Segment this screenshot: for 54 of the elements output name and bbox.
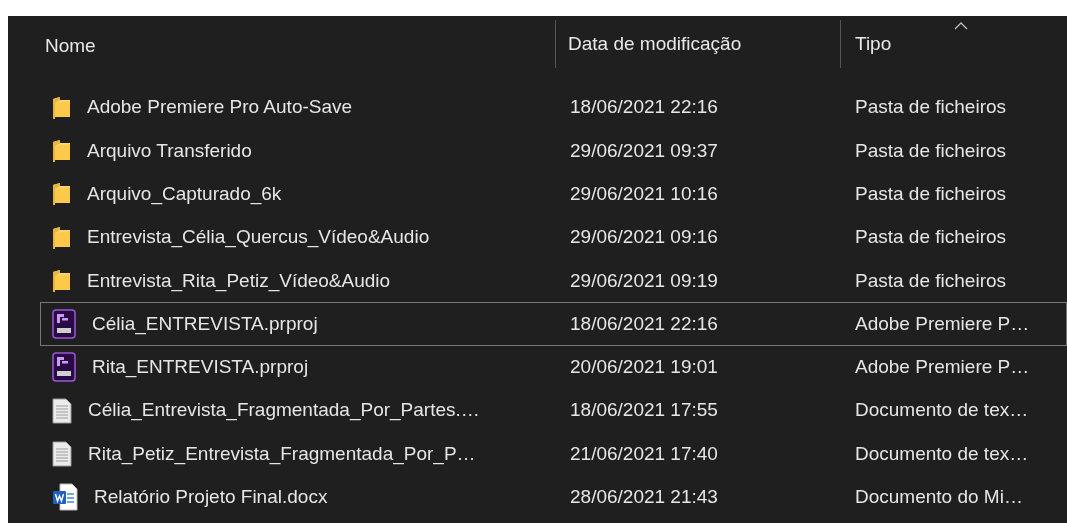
document-icon: [52, 397, 72, 424]
modified-date: 29/06/2021 10:16: [570, 182, 718, 206]
file-row[interactable]: Arquivo Transferido 29/06/2021 09:37 Pasta de ficheiros: [40, 129, 1067, 173]
file-row[interactable]: Relatório Projeto Final.docx 28/06/2021 21:43 Documento do Mi…: [40, 475, 1067, 519]
file-row[interactable]: Arquivo_Capturado_6k 29/06/2021 10:16 Pasta de ficheiros: [40, 172, 1067, 216]
file-type: Pasta de ficheiros: [855, 95, 1007, 120]
word-document-icon: [52, 483, 78, 512]
modified-date: 29/06/2021 09:16: [570, 225, 718, 250]
column-header[interactable]: Nome: [40, 16, 555, 76]
file-type: Adobe Premiere P…: [855, 311, 1030, 336]
column-header[interactable]: Tipo: [840, 20, 1067, 68]
file-type: Adobe Premiere P…: [855, 355, 1030, 380]
column-header[interactable]: Data de modificação: [555, 20, 840, 68]
file-name: Rita_ENTREVISTA.prproj: [92, 355, 309, 380]
file-row[interactable]: Rita_Petiz_Entrevista_Fragmentada_Por_P… 21/06/2021 17:40 Documento de tex…: [40, 432, 1067, 476]
file-type: Documento de tex…: [855, 398, 1029, 423]
modified-date: 18/06/2021 17:55: [570, 398, 718, 423]
document-icon: [52, 441, 72, 467]
modified-date: 29/06/2021 09:19: [570, 268, 718, 293]
file-type: Pasta de ficheiros: [855, 268, 1007, 293]
modified-date: 28/06/2021 21:43: [570, 485, 718, 510]
modified-date: 21/06/2021 17:40: [570, 441, 718, 466]
file-type: Pasta de ficheiros: [855, 138, 1007, 163]
file-name: Célia_ENTREVISTA.prproj: [92, 311, 318, 337]
file-type: Documento do Mi…: [855, 485, 1023, 510]
folder-icon: [52, 268, 71, 293]
file-row[interactable]: Célia_ENTREVISTA.prproj 18/06/2021 22:16 Adobe Premiere P…: [40, 302, 1067, 346]
file-name: Entrevista_Célia_Quercus_Vídeo&Audio: [87, 225, 430, 250]
file-name: Arquivo_Capturado_6k: [87, 182, 282, 207]
file-name: Rita_Petiz_Entrevista_Fragmentada_Por_P…: [88, 441, 476, 467]
folder-icon: [52, 225, 71, 250]
sort-ascending-icon: [954, 22, 968, 30]
file-icon: [52, 352, 76, 383]
modified-date: 18/06/2021 22:16: [570, 311, 718, 336]
file-icon: [52, 309, 76, 340]
modified-date: 29/06/2021 09:37: [570, 138, 718, 163]
file-name: Adobe Premiere Pro Auto-Save: [87, 95, 353, 120]
folder-icon: [52, 138, 71, 163]
modified-date: 18/06/2021 22:16: [570, 95, 718, 120]
file-row[interactable]: Entrevista_Célia_Quercus_Vídeo&Audio 29/06/2021 09:16 Pasta de ficheiros: [40, 215, 1067, 260]
file-name: Entrevista_Rita_Petiz_Vídeo&Audio: [87, 268, 391, 294]
file-row[interactable]: Rita_ENTREVISTA.prproj 20/06/2021 19:01 Adobe Premiere P…: [40, 345, 1067, 390]
file-name: Célia_Entrevista_Fragmentada_Por_Partes.…: [88, 398, 480, 423]
file-row[interactable]: Célia_Entrevista_Fragmentada_Por_Partes.… 18/06/2021 17:55 Documento de tex…: [40, 389, 1067, 433]
modified-date: 20/06/2021 19:01: [570, 355, 718, 380]
file-type: Documento de tex…: [855, 441, 1029, 466]
file-row[interactable]: Adobe Premiere Pro Auto-Save 18/06/2021 22:16 Pasta de ficheiros: [40, 86, 1067, 130]
file-type: Pasta de ficheiros: [855, 182, 1007, 206]
folder-icon: [52, 95, 71, 120]
file-name: Arquivo Transferido: [87, 138, 252, 163]
file-row[interactable]: Entrevista_Rita_Petiz_Vídeo&Audio 29/06/2021 09:19 Pasta de ficheiros: [40, 259, 1067, 303]
folder-icon: [52, 182, 71, 207]
file-type: Pasta de ficheiros: [855, 225, 1007, 250]
file-name: Relatório Projeto Final.docx: [94, 485, 328, 510]
